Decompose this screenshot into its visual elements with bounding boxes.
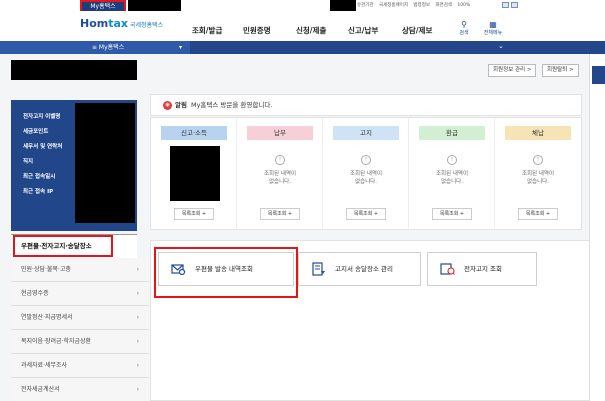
left-nav-label: 민원·상담·불복·고충 xyxy=(21,266,71,273)
member-info-button[interactable]: 회원정보 관리 > xyxy=(488,64,537,77)
left-nav-item[interactable]: 연말정산·지급명세서 › xyxy=(11,306,149,330)
search-icon: ⚲ xyxy=(461,20,467,29)
chevron-right-icon: › xyxy=(136,314,139,321)
site-header: Homtax 국세청홈택스 조회/발급 민원증명 신청/제출 신고/납부 상담/제… xyxy=(0,11,605,41)
left-nav-item[interactable]: 전자세금계산서 › xyxy=(11,378,149,401)
alert-icon: ◉ xyxy=(163,100,172,110)
highlight-box xyxy=(154,247,298,298)
chevron-right-icon: › xyxy=(136,362,139,369)
search-label: 검색 xyxy=(459,30,469,36)
left-nav: 민원·상담·불복·고충 › 현금영수증 › 연말정산·지급명세서 › 복지이음·장려금… xyxy=(11,258,149,401)
hometax-logo[interactable]: Homtax 국세청홈택스 xyxy=(80,17,163,30)
redacted-block xyxy=(170,146,220,201)
util-link[interactable]: 유관기관 xyxy=(357,3,374,8)
my-hometax-menu[interactable]: ≡ My홈택스 ▾ xyxy=(0,41,190,54)
e-notice-button[interactable]: 전자고지 조회 xyxy=(427,252,537,286)
list-view-button[interactable]: 목록조회 + xyxy=(432,208,472,220)
notice-text: My홈택스 방문을 환영합니다. xyxy=(190,101,273,109)
chevron-right-icon: › xyxy=(136,338,139,345)
card-header[interactable]: 신고·소득 xyxy=(161,126,227,140)
info-icon: ! xyxy=(275,155,285,165)
info-icon: ! xyxy=(533,155,543,165)
logo-tax: tax xyxy=(108,17,129,30)
left-nav-label: 현금영수증 xyxy=(21,290,49,297)
card-header[interactable]: 고지 xyxy=(333,126,399,140)
zoom-level: 100% xyxy=(457,3,471,8)
left-nav-item[interactable]: 과세자료·세무조사 › xyxy=(11,354,149,378)
nav-certificate[interactable]: 민원증명 xyxy=(243,25,271,36)
status-card: 환급 ! 조회된 내역이 없습니다. 목록조회 + xyxy=(409,118,495,231)
empty-message: 조회된 내역이 없습니다. xyxy=(263,171,297,185)
card-header[interactable]: 환급 xyxy=(419,126,485,140)
side-tab[interactable] xyxy=(592,66,605,84)
redacted-username xyxy=(11,60,137,80)
sub-nav-bar: ≡ My홈택스 ▾ ⌄ xyxy=(0,41,605,54)
left-nav-label: 전자세금계산서 xyxy=(21,386,60,393)
grid-icon: ▦ xyxy=(489,20,497,29)
notice-bar: ◉ 알림 My홈택스 방문을 환영합니다. xyxy=(150,94,582,116)
empty-message: 조회된 내역이 없습니다. xyxy=(349,171,383,185)
list-view-button[interactable]: 목록조회 + xyxy=(346,208,386,220)
e-notice-icon xyxy=(440,263,455,275)
logo-subtitle: 국세청홈택스 xyxy=(130,22,164,29)
card-header[interactable]: 납부 xyxy=(247,126,313,140)
all-menu-button[interactable]: ▦ 전체메뉴 xyxy=(481,20,505,37)
logo-main: Hom xyxy=(80,17,109,30)
all-menu-label: 전체메뉴 xyxy=(483,30,503,36)
search-button[interactable]: ⚲ 검색 xyxy=(452,20,476,37)
caret-down-icon: ▾ xyxy=(178,44,182,51)
nav-consulting[interactable]: 상담/제보 xyxy=(402,25,432,36)
left-nav-item[interactable]: 현금영수증 › xyxy=(11,282,149,306)
right-side-panel xyxy=(589,54,605,401)
empty-message: 조회된 내역이 없습니다. xyxy=(435,171,469,185)
left-nav-label: 복지이음·장려금·학자금상환 xyxy=(21,338,92,345)
service-label: 전자고지 조회 xyxy=(464,265,502,273)
card-header[interactable]: 체납 xyxy=(505,126,571,140)
list-view-button[interactable]: 목록조회 + xyxy=(518,208,558,220)
utility-links: 유관기관 국세청홈페이지 법령정보 화면검색 100% xyxy=(357,2,474,8)
notice-tag: 알림 xyxy=(175,101,187,109)
list-view-button[interactable]: 목록조회 + xyxy=(260,208,300,220)
redacted-block xyxy=(330,0,356,11)
redacted-user-values xyxy=(75,103,135,223)
util-link[interactable]: 화면검색 xyxy=(435,3,452,8)
highlight-box xyxy=(13,235,113,257)
redacted-block xyxy=(128,0,181,11)
left-nav-item[interactable]: 복지이음·장려금·학자금상환 › xyxy=(11,330,149,354)
service-label: 고지서 송달장소 관리 xyxy=(335,265,393,273)
info-icon: ! xyxy=(447,155,457,165)
status-card: 납부 ! 조회된 내역이 없습니다. 목록조회 + xyxy=(237,118,323,231)
withdraw-button[interactable]: 회원탈퇴 > xyxy=(542,64,579,77)
chevron-down-icon[interactable]: ⌄ xyxy=(498,42,504,50)
left-nav-label: 과세자료·세무조사 xyxy=(21,362,68,369)
status-card: 체납 ! 조회된 내역이 없습니다. 목록조회 + xyxy=(495,118,581,231)
menu-label: ≡ My홈택스 xyxy=(92,44,125,51)
left-nav-label: 연말정산·지급명세서 xyxy=(21,314,73,321)
zoom-out-button[interactable] xyxy=(511,2,518,8)
chevron-right-icon: › xyxy=(136,290,139,297)
chevron-right-icon: › xyxy=(136,266,139,273)
zoom-in-button[interactable] xyxy=(502,2,509,8)
empty-message: 조회된 내역이 없습니다. xyxy=(521,171,555,185)
nav-inquiry[interactable]: 조회/발급 xyxy=(192,25,222,36)
info-icon: ! xyxy=(361,155,371,165)
status-card: 고지 ! 조회된 내역이 없습니다. 목록조회 + xyxy=(323,118,409,231)
notice-address-button[interactable]: 고지서 송달장소 관리 xyxy=(298,252,421,286)
util-link[interactable]: 국세청홈페이지 xyxy=(379,3,408,8)
chevron-right-icon: › xyxy=(136,386,139,393)
left-nav-item[interactable]: 민원·상담·불복·고충 › xyxy=(11,258,149,282)
util-link[interactable]: 법령정보 xyxy=(413,3,430,8)
document-icon xyxy=(312,262,325,276)
list-view-button[interactable]: 목록조회 + xyxy=(174,208,214,220)
nav-application[interactable]: 신청/제출 xyxy=(296,25,326,36)
nav-filing-payment[interactable]: 신고/납부 xyxy=(348,25,378,36)
